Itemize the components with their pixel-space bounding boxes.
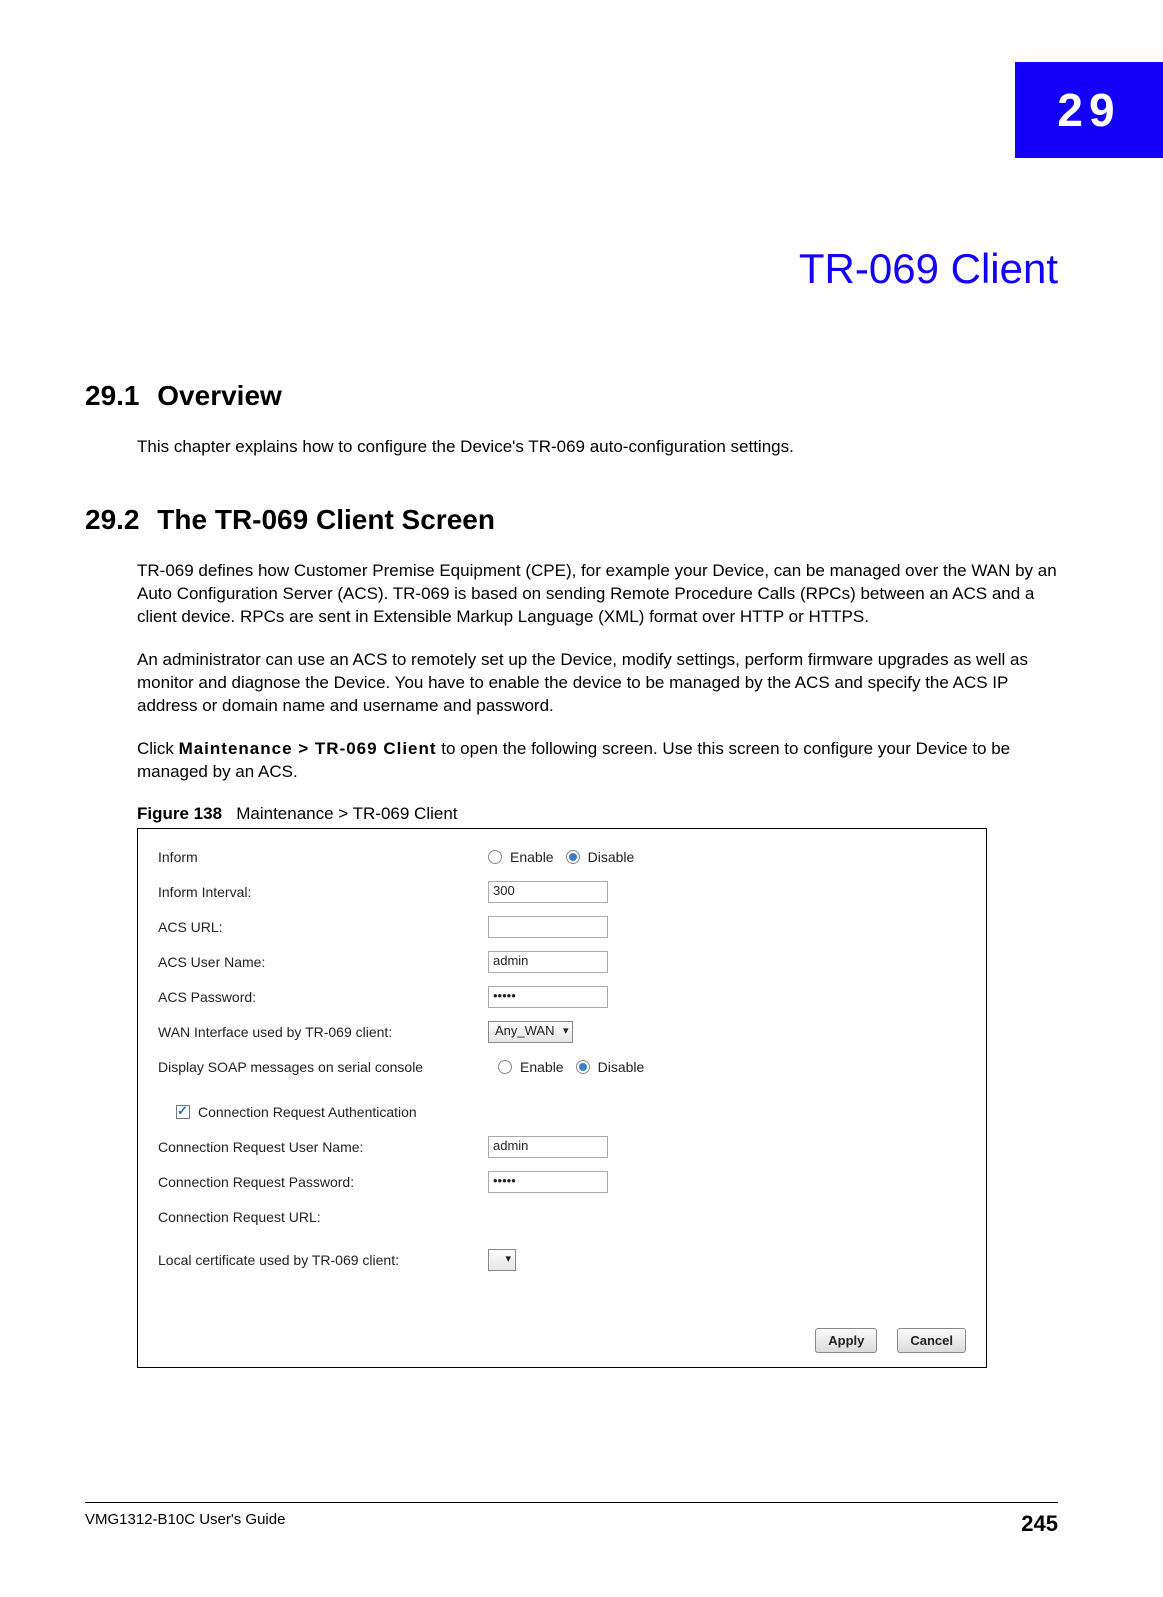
section-title: Overview bbox=[157, 380, 282, 411]
acs-user-input[interactable]: admin bbox=[488, 951, 608, 973]
conn-user-label: Connection Request User Name: bbox=[158, 1139, 488, 1155]
acs-pass-label: ACS Password: bbox=[158, 989, 488, 1005]
conn-auth-label: Connection Request Authentication bbox=[198, 1104, 417, 1120]
soap-disable-radio[interactable] bbox=[576, 1060, 590, 1074]
conn-pass-input[interactable]: ••••• bbox=[488, 1171, 608, 1193]
section-overview-text: This chapter explains how to configure t… bbox=[137, 436, 1058, 459]
nav-path: Maintenance > TR-069 Client bbox=[179, 739, 437, 758]
wan-interface-select[interactable]: Any_WAN bbox=[488, 1021, 573, 1043]
cancel-button[interactable]: Cancel bbox=[897, 1328, 966, 1353]
inform-interval-label: Inform Interval: bbox=[158, 884, 488, 900]
inform-disable-radio[interactable] bbox=[566, 850, 580, 864]
conn-url-label: Connection Request URL: bbox=[158, 1209, 488, 1225]
tr069-screenshot: Inform Enable Disable Inform Interval: 3… bbox=[137, 828, 987, 1368]
figure-label: Figure 138 bbox=[137, 804, 222, 823]
p3-pre: Click bbox=[137, 739, 179, 758]
acs-user-label: ACS User Name: bbox=[158, 954, 488, 970]
soap-enable-radio[interactable] bbox=[498, 1060, 512, 1074]
inform-interval-input[interactable]: 300 bbox=[488, 881, 608, 903]
section-heading-client-screen: 29.2 The TR-069 Client Screen bbox=[85, 504, 1058, 536]
enable-text: Enable bbox=[520, 1059, 564, 1075]
soap-label: Display SOAP messages on serial console bbox=[158, 1059, 498, 1075]
inform-enable-radio[interactable] bbox=[488, 850, 502, 864]
disable-text: Disable bbox=[598, 1059, 645, 1075]
figure-caption-text: Maintenance > TR-069 Client bbox=[236, 804, 457, 823]
page-footer: VMG1312-B10C User's Guide 245 bbox=[85, 1502, 1058, 1537]
section-number: 29.2 bbox=[85, 504, 140, 535]
wan-interface-label: WAN Interface used by TR-069 client: bbox=[158, 1024, 488, 1040]
chapter-number-tab: 29 bbox=[1015, 62, 1163, 158]
section-overview: 29.1 Overview This chapter explains how … bbox=[85, 380, 1058, 479]
inform-label: Inform bbox=[158, 849, 488, 865]
chapter-number: 29 bbox=[1057, 83, 1120, 137]
conn-auth-checkbox[interactable] bbox=[176, 1105, 190, 1119]
section-client-screen: 29.2 The TR-069 Client Screen TR-069 def… bbox=[85, 504, 1058, 1368]
footer-guide-name: VMG1312-B10C User's Guide bbox=[85, 1511, 285, 1537]
section-client-p1: TR-069 defines how Customer Premise Equi… bbox=[137, 560, 1058, 629]
acs-url-input[interactable] bbox=[488, 916, 608, 938]
disable-text: Disable bbox=[588, 849, 635, 865]
figure-caption: Figure 138 Maintenance > TR-069 Client bbox=[137, 804, 1058, 824]
local-cert-select[interactable] bbox=[488, 1249, 516, 1271]
section-number: 29.1 bbox=[85, 380, 140, 411]
conn-pass-label: Connection Request Password: bbox=[158, 1174, 488, 1190]
chapter-title: TR-069 Client bbox=[799, 245, 1058, 293]
section-client-p2: An administrator can use an ACS to remot… bbox=[137, 649, 1058, 718]
section-heading-overview: 29.1 Overview bbox=[85, 380, 1058, 412]
chapter-label: CHAPTER bbox=[815, 62, 1013, 79]
section-client-p3: Click Maintenance > TR-069 Client to ope… bbox=[137, 738, 1058, 784]
section-title: The TR-069 Client Screen bbox=[157, 504, 495, 535]
page-number: 245 bbox=[1021, 1511, 1058, 1537]
acs-pass-input[interactable]: ••••• bbox=[488, 986, 608, 1008]
conn-user-input[interactable]: admin bbox=[488, 1136, 608, 1158]
acs-url-label: ACS URL: bbox=[158, 919, 488, 935]
apply-button[interactable]: Apply bbox=[815, 1328, 877, 1353]
enable-text: Enable bbox=[510, 849, 554, 865]
local-cert-label: Local certificate used by TR-069 client: bbox=[158, 1252, 488, 1268]
